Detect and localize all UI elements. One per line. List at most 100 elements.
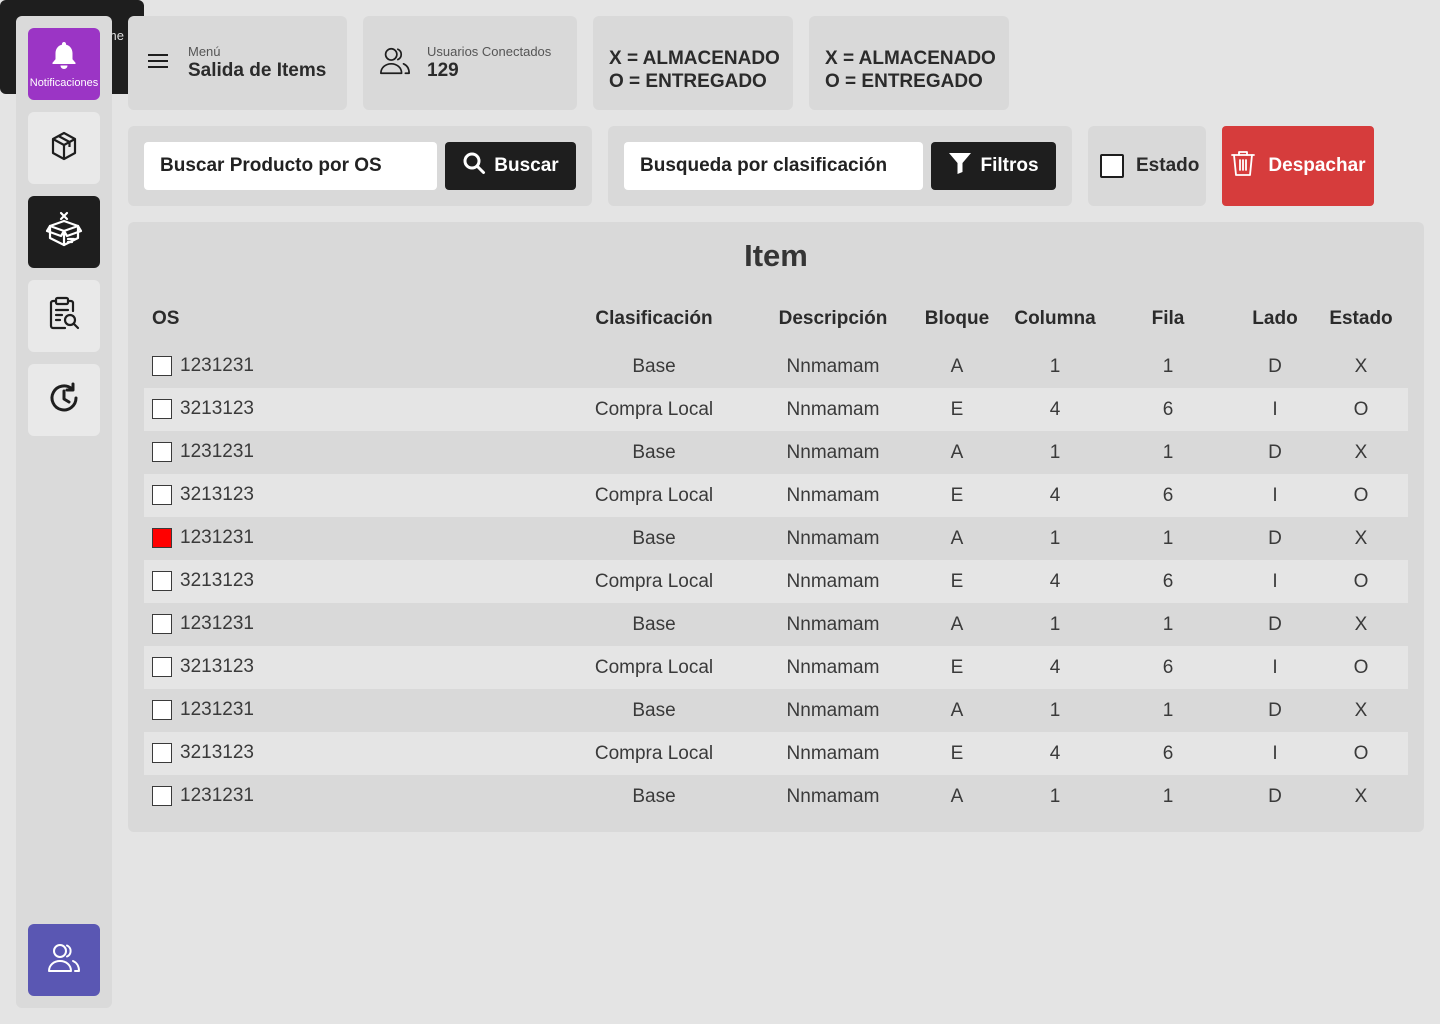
table-row[interactable]: 3213123 Compra Local Nnmamam E 4 6 I O xyxy=(144,732,1408,775)
row-checkbox[interactable] xyxy=(152,786,172,806)
trash-icon xyxy=(1230,149,1268,183)
filter-icon xyxy=(948,151,980,181)
notifications-button[interactable]: Notificaciones xyxy=(28,28,100,100)
lado-cell: D xyxy=(1268,614,1282,635)
clasificacion-cell: Base xyxy=(632,442,676,463)
fila-cell: 1 xyxy=(1162,700,1174,721)
row-checkbox[interactable] xyxy=(152,657,172,677)
columna-cell: 4 xyxy=(1049,657,1061,678)
users-icon xyxy=(47,942,81,979)
dispatch-button[interactable]: Despachar xyxy=(1222,126,1374,206)
lado-cell: D xyxy=(1268,700,1282,721)
clasificacion-cell: Base xyxy=(632,700,676,721)
estado-cell: X xyxy=(1354,528,1368,549)
table-row[interactable]: 3213123 Compra Local Nnmamam E 4 6 I O xyxy=(144,560,1408,603)
table-row[interactable]: 1231231 Base Nnmamam A 1 1 D X xyxy=(144,603,1408,646)
search-input[interactable] xyxy=(144,142,437,190)
os-cell: 3213123 xyxy=(152,484,254,506)
clasificacion-cell: Compra Local xyxy=(594,399,714,420)
row-checkbox[interactable] xyxy=(152,485,172,505)
bloque-cell: A xyxy=(950,356,964,377)
clasificacion-cell: Base xyxy=(632,786,676,807)
table-row[interactable]: 1231231 Base Nnmamam A 1 1 D X xyxy=(144,689,1408,732)
box-icon xyxy=(48,130,80,167)
filters-button[interactable]: Filtros xyxy=(931,142,1056,190)
row-checkbox[interactable] xyxy=(152,356,172,376)
estado-cell: X xyxy=(1354,442,1368,463)
table-body: 1231231 Base Nnmamam A 1 1 D X 3213123 Compra Loc… xyxy=(144,345,1408,818)
table-row[interactable]: 3213123 Compra Local Nnmamam E 4 6 I O xyxy=(144,646,1408,689)
estado-cell: X xyxy=(1354,614,1368,635)
row-checkbox[interactable] xyxy=(152,614,172,634)
menu-card[interactable]: Menú Salida de Items xyxy=(128,16,347,110)
table-row[interactable]: 1231231 Base Nnmamam A 1 1 D X xyxy=(144,775,1408,818)
status-legend: X = ALMACENADO O = ENTREGADO xyxy=(809,16,1009,110)
search-icon xyxy=(462,151,494,181)
descripcion-cell: Nnmamam xyxy=(786,700,880,721)
hamburger-menu-icon[interactable] xyxy=(148,53,168,74)
bloque-cell: A xyxy=(950,700,964,721)
page-title: Salida de Items xyxy=(188,60,327,81)
sidebar-users-button[interactable] xyxy=(28,924,100,996)
bloque-cell: E xyxy=(950,399,964,420)
table-row[interactable]: 1231231 Base Nnmamam A 1 1 D X xyxy=(144,517,1408,560)
row-checkbox[interactable] xyxy=(152,528,172,548)
fila-cell: 1 xyxy=(1162,442,1174,463)
connected-users-count: 129 xyxy=(427,60,459,81)
users-icon xyxy=(379,45,411,82)
os-value: 1231231 xyxy=(180,441,254,462)
sidebar-item-history[interactable] xyxy=(28,364,100,436)
table-row[interactable]: 3213123 Compra Local Nnmamam E 4 6 I O xyxy=(144,388,1408,431)
fila-cell: 6 xyxy=(1162,743,1174,764)
row-checkbox[interactable] xyxy=(152,399,172,419)
columna-cell: 1 xyxy=(1049,442,1061,463)
columna-cell: 4 xyxy=(1049,743,1061,764)
lado-cell: D xyxy=(1268,528,1282,549)
row-checkbox[interactable] xyxy=(152,700,172,720)
column-header-estado: Estado xyxy=(1329,308,1393,329)
bloque-cell: A xyxy=(950,528,964,549)
estado-toggle[interactable]: Estado xyxy=(1088,126,1206,206)
os-value: 1231231 xyxy=(180,785,254,806)
sidebar-item-search-records[interactable] xyxy=(28,280,100,352)
bloque-cell: A xyxy=(950,442,964,463)
estado-label: Estado xyxy=(1136,155,1200,176)
row-checkbox[interactable] xyxy=(152,442,172,462)
columna-cell: 1 xyxy=(1049,700,1061,721)
column-header-descripcion: Descripción xyxy=(778,308,888,329)
lado-cell: I xyxy=(1272,485,1278,506)
os-cell: 1231231 xyxy=(152,785,254,807)
column-header-bloque: Bloque xyxy=(924,308,990,329)
bloque-cell: E xyxy=(950,485,964,506)
search-section: Buscar xyxy=(128,126,592,206)
row-checkbox[interactable] xyxy=(152,743,172,763)
row-checkbox[interactable] xyxy=(152,571,172,591)
sidebar-item-inventory[interactable] xyxy=(28,112,100,184)
clasificacion-cell: Base xyxy=(632,614,676,635)
legend-line-delivered: O = ENTREGADO xyxy=(825,71,983,92)
sidebar: Notificaciones xyxy=(16,16,112,1008)
sidebar-item-items-exit[interactable] xyxy=(28,196,100,268)
table-row[interactable]: 1231231 Base Nnmamam A 1 1 D X xyxy=(144,345,1408,388)
columna-cell: 1 xyxy=(1049,786,1061,807)
estado-cell: O xyxy=(1353,743,1369,764)
os-value: 3213123 xyxy=(180,742,254,763)
fila-cell: 1 xyxy=(1162,528,1174,549)
columna-cell: 4 xyxy=(1049,399,1061,420)
table-row[interactable]: 1231231 Base Nnmamam A 1 1 D X xyxy=(144,431,1408,474)
status-legend: X = ALMACENADO O = ENTREGADO xyxy=(593,16,793,110)
os-value: 3213123 xyxy=(180,656,254,677)
legend-line-stored: X = ALMACENADO xyxy=(609,48,780,69)
column-header-fila: Fila xyxy=(1151,308,1185,329)
lado-cell: D xyxy=(1268,442,1282,463)
descripcion-cell: Nnmamam xyxy=(786,399,880,420)
fila-cell: 6 xyxy=(1162,571,1174,592)
estado-checkbox[interactable] xyxy=(1100,154,1124,178)
search-button[interactable]: Buscar xyxy=(445,142,576,190)
table-row[interactable]: 3213123 Compra Local Nnmamam E 4 6 I O xyxy=(144,474,1408,517)
classification-search-input[interactable] xyxy=(624,142,923,190)
estado-cell: O xyxy=(1353,485,1369,506)
column-header-clasificacion: Clasificación xyxy=(595,308,713,329)
table-title: Item xyxy=(744,238,808,273)
bloque-cell: A xyxy=(950,786,964,807)
